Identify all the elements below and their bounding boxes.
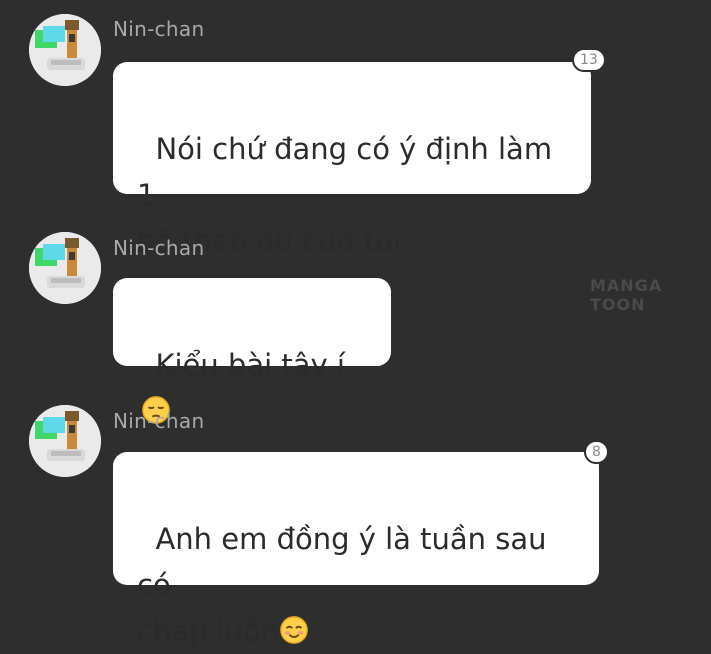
message-text: Kiểu bài tây í — [155, 348, 345, 382]
character-avatar-icon — [29, 405, 101, 477]
avatar[interactable] — [29, 232, 101, 304]
sender-name: Nin-chan — [113, 17, 205, 41]
avatar[interactable] — [29, 405, 101, 477]
character-avatar-icon — [29, 14, 101, 86]
message-bubble[interactable]: Kiểu bài tây í — [113, 278, 391, 424]
reaction-count-badge[interactable]: 13 — [572, 48, 606, 72]
watermark: MANGA TOON — [590, 276, 663, 314]
character-avatar-icon — [29, 232, 101, 304]
message-bubble[interactable]: Nói chứ đang có ý định làm 1 bộ theo au … — [113, 62, 591, 258]
message-bubble[interactable]: Anh em đồng ý là tuần sau có chap luôn — [113, 452, 599, 648]
message-text: Anh em đồng ý là tuần sau có chap luôn — [137, 522, 547, 648]
sender-name: Nin-chan — [113, 409, 205, 433]
reaction-count-badge[interactable]: 8 — [584, 440, 609, 464]
sender-name: Nin-chan — [113, 236, 205, 260]
smiling-face-icon — [280, 616, 309, 644]
avatar[interactable] — [29, 14, 101, 86]
